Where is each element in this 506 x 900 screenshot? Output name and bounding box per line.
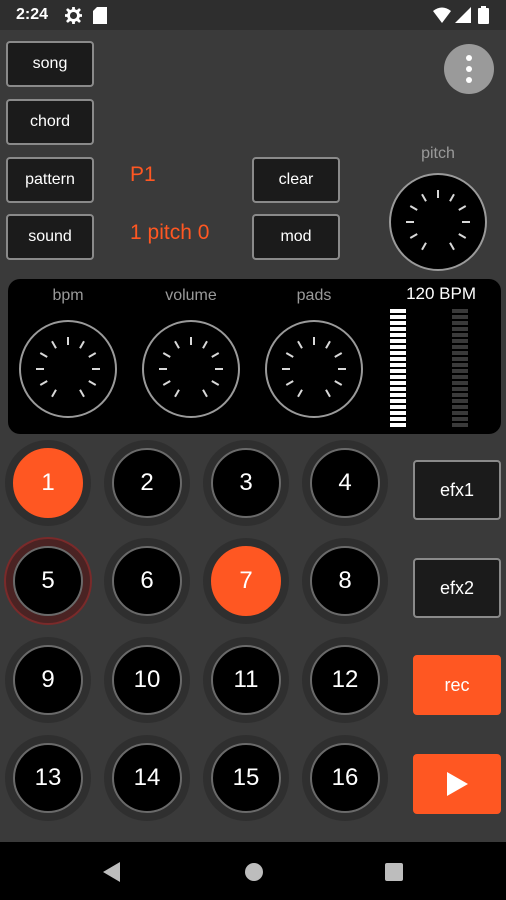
pad-8[interactable]: 8	[310, 546, 380, 616]
clear-button[interactable]: clear	[252, 157, 340, 203]
play-button[interactable]	[413, 754, 501, 814]
pad-15[interactable]: 15	[211, 743, 281, 813]
pad-12[interactable]: 12	[310, 645, 380, 715]
pad-13[interactable]: 13	[13, 743, 83, 813]
wifi-icon	[433, 7, 451, 23]
rec-button[interactable]: rec	[413, 655, 501, 715]
more-vertical-icon	[466, 55, 472, 61]
signal-icon	[455, 7, 471, 23]
control-panel: bpm volume pads 120 BPM	[8, 279, 501, 434]
back-icon[interactable]	[103, 862, 121, 882]
pad-4[interactable]: 4	[310, 448, 380, 518]
right-level-meter	[452, 309, 468, 427]
pad-5[interactable]: 5	[13, 546, 83, 616]
navigation-bar	[0, 842, 506, 900]
pattern-id-label: P1	[130, 163, 156, 186]
pad-1[interactable]: 1	[13, 448, 83, 518]
more-options-button[interactable]	[444, 44, 494, 94]
sd-card-icon	[93, 7, 107, 24]
volume-knob[interactable]	[141, 319, 241, 419]
pad-7[interactable]: 7	[211, 546, 281, 616]
pads-label: pads	[296, 287, 332, 304]
status-time: 2:24	[16, 6, 49, 23]
efx2-button[interactable]: efx2	[413, 558, 501, 618]
efx1-button[interactable]: efx1	[413, 460, 501, 520]
status-bar: 2:24	[0, 0, 506, 30]
pads-knob[interactable]	[264, 319, 364, 419]
song-button[interactable]: song	[6, 41, 94, 87]
pad-3[interactable]: 3	[211, 448, 281, 518]
pitch-label: pitch	[421, 145, 455, 162]
recents-icon[interactable]	[385, 863, 403, 881]
sound-button[interactable]: sound	[6, 214, 94, 260]
bpm-display: 120 BPM	[406, 284, 476, 303]
pad-14[interactable]: 14	[112, 743, 182, 813]
mod-button[interactable]: mod	[252, 214, 340, 260]
pad-16[interactable]: 16	[310, 743, 380, 813]
battery-icon	[478, 6, 489, 24]
pad-pitch-label: 1 pitch 0	[130, 221, 210, 244]
chord-button[interactable]: chord	[6, 99, 94, 145]
bpm-label: bpm	[52, 287, 84, 304]
pad-2[interactable]: 2	[112, 448, 182, 518]
gear-icon	[65, 7, 82, 24]
pad-10[interactable]: 10	[112, 645, 182, 715]
volume-label: volume	[165, 287, 217, 304]
play-icon	[447, 772, 468, 796]
bpm-knob[interactable]	[18, 319, 118, 419]
pad-9[interactable]: 9	[13, 645, 83, 715]
pattern-button[interactable]: pattern	[6, 157, 94, 203]
home-icon[interactable]	[244, 862, 264, 882]
pitch-knob[interactable]	[388, 172, 488, 272]
pad-6[interactable]: 6	[112, 546, 182, 616]
pad-11[interactable]: 11	[211, 645, 281, 715]
left-level-meter	[390, 309, 406, 427]
